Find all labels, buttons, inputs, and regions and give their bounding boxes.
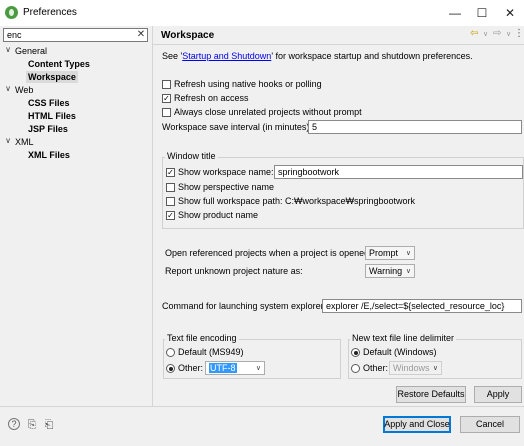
- refresh-native-checkbox[interactable]: [162, 80, 171, 89]
- show-full-path-checkbox[interactable]: [166, 197, 175, 206]
- delimiter-select[interactable]: Windows ∨: [389, 361, 442, 375]
- command-input[interactable]: explorer /E,/select=${selected_resource_…: [322, 299, 522, 313]
- text-encoding-legend: Text file encoding: [165, 333, 239, 344]
- import-icon[interactable]: ⎘: [25, 418, 39, 432]
- save-interval-input[interactable]: 5: [308, 120, 522, 134]
- expand-general-icon[interactable]: ∨: [3, 45, 13, 57]
- show-workspace-name-label: Show workspace name:: [178, 167, 274, 177]
- open-referenced-label: Open referenced projects when a project …: [165, 248, 372, 258]
- report-unknown-value: Warning: [369, 266, 403, 276]
- page-title: Workspace: [161, 30, 215, 41]
- delimiter-default-label: Default (Windows): [363, 347, 437, 357]
- minimize-icon[interactable]: —: [445, 4, 465, 22]
- open-referenced-select[interactable]: Prompt ∨: [365, 246, 415, 260]
- workspace-name-input[interactable]: springbootwork: [274, 165, 523, 179]
- filter-input[interactable]: enc: [3, 28, 148, 42]
- description-prefix: See ': [162, 51, 183, 61]
- show-perspective-name-checkbox[interactable]: [166, 183, 175, 192]
- forward-dropdown-icon[interactable]: ∨: [506, 30, 511, 38]
- apply-button[interactable]: Apply: [474, 386, 522, 403]
- delimiter-value: Windows: [393, 363, 430, 373]
- show-product-name-label: Show product name: [178, 210, 259, 220]
- show-perspective-name-label: Show perspective name: [178, 182, 275, 192]
- show-product-name-checkbox[interactable]: ✓: [166, 211, 175, 220]
- forward-icon[interactable]: ⇨: [493, 28, 501, 39]
- chevron-down-icon: ∨: [405, 250, 411, 257]
- line-delimiter-legend: New text file line delimiter: [350, 333, 457, 344]
- cancel-button[interactable]: Cancel: [460, 416, 520, 433]
- tree-item-workspace[interactable]: Workspace: [26, 71, 78, 83]
- delimiter-other-radio[interactable]: [351, 364, 360, 373]
- eclipse-icon: [5, 6, 18, 19]
- encoding-value: UTF-8: [209, 363, 237, 373]
- encoding-other-radio[interactable]: [166, 364, 175, 373]
- description-suffix: ' for workspace startup and shutdown pre…: [271, 51, 473, 61]
- report-unknown-label: Report unknown project nature as:: [165, 266, 303, 276]
- header-separator: [153, 44, 524, 45]
- tree-item-content-types[interactable]: Content Types: [28, 58, 90, 70]
- export-icon[interactable]: ⎗: [42, 418, 56, 432]
- restore-defaults-button[interactable]: Restore Defaults: [396, 386, 466, 403]
- report-unknown-select[interactable]: Warning ∨: [365, 264, 415, 278]
- sash-divider[interactable]: [152, 26, 153, 406]
- expand-web-icon[interactable]: ∨: [3, 84, 13, 96]
- close-icon[interactable]: ✕: [500, 4, 520, 22]
- full-path-value: C:₩workspace₩springbootwork: [285, 196, 416, 206]
- always-close-label: Always close unrelated projects without …: [174, 107, 362, 117]
- encoding-default-radio[interactable]: [166, 348, 175, 357]
- refresh-native-label: Refresh using native hooks or polling: [174, 79, 322, 89]
- page-description: See 'Startup and Shutdown' for workspace…: [162, 51, 473, 62]
- tree-item-css-files[interactable]: CSS Files: [28, 97, 70, 109]
- chevron-down-icon: ∨: [405, 268, 411, 275]
- window-title: Preferences: [23, 7, 77, 18]
- chevron-down-icon: ∨: [255, 365, 261, 372]
- tree-item-html-files[interactable]: HTML Files: [28, 110, 76, 122]
- clear-filter-icon[interactable]: ✕: [135, 28, 147, 42]
- chevron-down-icon: ∨: [432, 365, 438, 372]
- tree-item-xml[interactable]: XML: [15, 136, 34, 148]
- tree-item-web[interactable]: Web: [15, 84, 33, 96]
- encoding-other-label: Other:: [178, 363, 204, 373]
- window-title-legend: Window title: [165, 151, 218, 162]
- maximize-icon[interactable]: ☐: [472, 4, 492, 22]
- show-full-path-label: Show full workspace path:: [178, 196, 283, 206]
- help-icon[interactable]: ?: [8, 418, 20, 430]
- refresh-access-label: Refresh on access: [174, 93, 249, 103]
- refresh-access-checkbox[interactable]: ✓: [162, 94, 171, 103]
- expand-xml-icon[interactable]: ∨: [3, 136, 13, 148]
- open-referenced-value: Prompt: [369, 248, 399, 258]
- tree-item-general[interactable]: General: [15, 45, 47, 57]
- footer-separator: [0, 406, 524, 407]
- apply-and-close-button[interactable]: Apply and Close: [383, 416, 451, 433]
- view-menu-icon[interactable]: ⋮: [514, 28, 524, 39]
- back-icon[interactable]: ⇦: [470, 28, 478, 39]
- encoding-select[interactable]: UTF-8 ∨: [205, 361, 265, 375]
- tree-item-xml-files[interactable]: XML Files: [28, 149, 70, 161]
- tree-item-jsp-files[interactable]: JSP Files: [28, 123, 68, 135]
- command-label: Command for launching system explorer:: [162, 301, 327, 311]
- startup-shutdown-link[interactable]: Startup and Shutdown: [182, 51, 271, 61]
- save-interval-label: Workspace save interval (in minutes):: [162, 122, 312, 132]
- show-workspace-name-checkbox[interactable]: ✓: [166, 168, 175, 177]
- always-close-checkbox[interactable]: [162, 108, 171, 117]
- delimiter-default-radio[interactable]: [351, 348, 360, 357]
- encoding-default-label: Default (MS949): [178, 347, 244, 357]
- back-dropdown-icon[interactable]: ∨: [483, 30, 488, 38]
- delimiter-other-label: Other:: [363, 363, 389, 373]
- preferences-tree: ∨ General Content Types Workspace ∨ Web …: [3, 44, 151, 404]
